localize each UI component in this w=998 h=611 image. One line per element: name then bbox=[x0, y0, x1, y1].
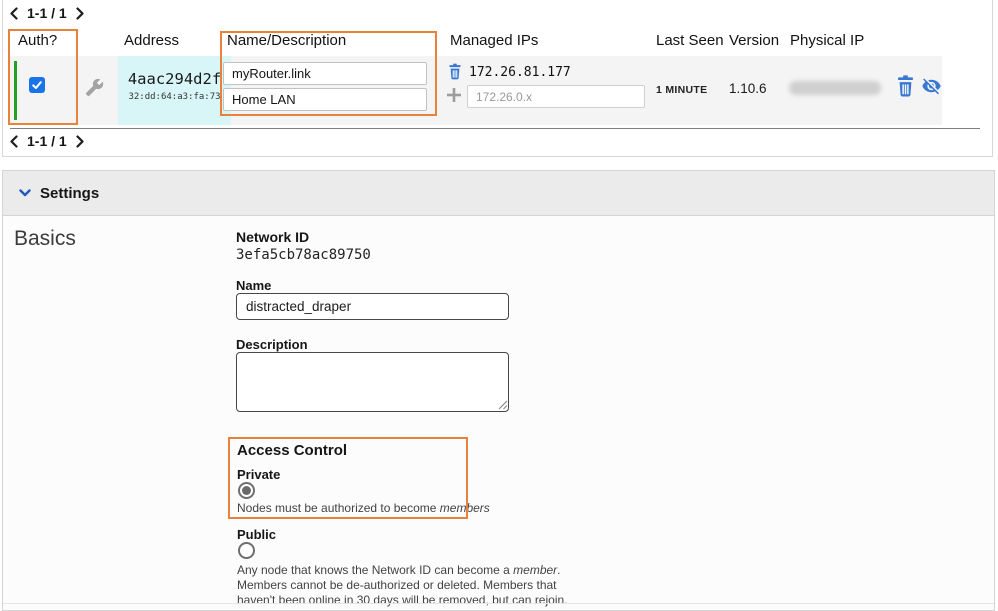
add-ip-icon[interactable] bbox=[446, 87, 462, 103]
member-description-input[interactable] bbox=[223, 88, 427, 111]
member-address: 4aac294d2f bbox=[118, 70, 231, 88]
divider bbox=[3, 603, 994, 604]
network-name-label: Name bbox=[236, 278, 271, 293]
public-option-label: Public bbox=[237, 527, 276, 542]
private-option-label: Private bbox=[237, 467, 280, 482]
column-header-auth: Auth? bbox=[18, 32, 57, 49]
column-header-version: Version bbox=[729, 32, 779, 49]
settings-header[interactable]: Settings bbox=[3, 171, 994, 216]
public-help-suffix: . bbox=[557, 563, 560, 577]
public-help-line: Members cannot be de-authorized or delet… bbox=[237, 578, 568, 593]
members-panel: 1-1 / 1 Auth? Address Name/Description M… bbox=[2, 0, 993, 157]
members-pagination-top: 1-1 / 1 bbox=[10, 5, 84, 21]
auth-status-bar bbox=[14, 61, 17, 120]
section-title: Basics bbox=[14, 227, 76, 251]
network-name-input[interactable] bbox=[236, 293, 509, 320]
private-radio[interactable] bbox=[238, 482, 255, 499]
column-header-address: Address bbox=[124, 32, 179, 49]
last-seen-value: 1 MINUTE bbox=[656, 84, 707, 96]
network-description-textarea[interactable] bbox=[236, 352, 509, 412]
column-header-name: Name/Description bbox=[227, 32, 346, 49]
member-row: 4aac294d2f 32:dd:64:a3:fa:73 172.26.81.1… bbox=[10, 56, 942, 125]
network-description-label: Description bbox=[236, 337, 308, 352]
zerotier-network-page: 1-1 / 1 Auth? Address Name/Description M… bbox=[0, 0, 998, 611]
public-help-emphasis: member bbox=[513, 563, 557, 577]
pagination-next-button[interactable] bbox=[76, 135, 84, 148]
hide-member-icon[interactable] bbox=[920, 76, 943, 96]
column-header-physical-ip: Physical IP bbox=[790, 32, 864, 49]
new-managed-ip-input[interactable] bbox=[467, 85, 645, 108]
member-address-cell: 4aac294d2f 32:dd:64:a3:fa:73 bbox=[118, 56, 231, 125]
pagination-prev-button[interactable] bbox=[10, 7, 18, 20]
public-help-line: haven't been online in 30 days will be r… bbox=[237, 593, 568, 608]
private-help-text: Nodes must be authorized to become membe… bbox=[237, 501, 490, 516]
public-help-line: Any node that knows the Network ID can b… bbox=[237, 563, 568, 578]
auth-checkbox[interactable] bbox=[29, 77, 45, 93]
resize-handle-icon[interactable] bbox=[497, 399, 508, 410]
access-control-title: Access Control bbox=[237, 442, 347, 459]
public-radio[interactable] bbox=[238, 542, 255, 559]
physical-ip-redacted bbox=[789, 81, 881, 95]
version-value: 1.10.6 bbox=[729, 81, 767, 96]
private-help-emphasis: members bbox=[440, 501, 490, 515]
chevron-down-icon bbox=[19, 189, 31, 197]
member-mac-address: 32:dd:64:a3:fa:73 bbox=[118, 92, 231, 102]
pagination-prev-button[interactable] bbox=[10, 135, 18, 148]
public-help-prefix: Any node that knows the Network ID can b… bbox=[237, 563, 513, 577]
column-header-managed-ips: Managed IPs bbox=[450, 32, 538, 49]
public-help-text: Any node that knows the Network ID can b… bbox=[237, 563, 568, 608]
settings-header-label: Settings bbox=[40, 185, 99, 202]
settings-panel: Settings Basics Network ID 3efa5cb78ac89… bbox=[2, 170, 995, 611]
pagination-range-label: 1-1 / 1 bbox=[27, 5, 67, 21]
wrench-icon[interactable] bbox=[85, 78, 104, 97]
network-id-label: Network ID bbox=[236, 229, 309, 245]
private-help-prefix: Nodes must be authorized to become bbox=[237, 501, 440, 515]
members-pagination-bottom: 1-1 / 1 bbox=[10, 133, 84, 149]
column-header-last-seen: Last Seen bbox=[656, 32, 724, 49]
delete-member-icon[interactable] bbox=[896, 75, 915, 97]
pagination-next-button[interactable] bbox=[76, 7, 84, 20]
member-name-input[interactable] bbox=[223, 62, 427, 85]
pagination-range-label: 1-1 / 1 bbox=[27, 133, 67, 149]
divider bbox=[10, 128, 980, 129]
network-id-value: 3efa5cb78ac89750 bbox=[236, 247, 371, 263]
delete-managed-ip-icon[interactable] bbox=[448, 63, 462, 80]
managed-ip-value: 172.26.81.177 bbox=[469, 65, 571, 80]
